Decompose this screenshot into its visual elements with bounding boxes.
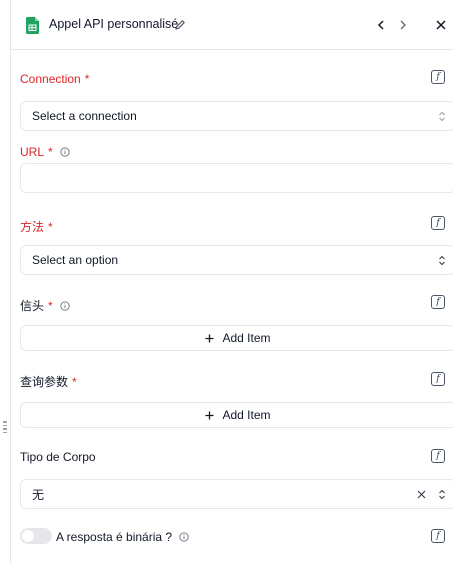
connection-select[interactable]: Select a connection bbox=[20, 101, 453, 131]
select-arrows-icon bbox=[439, 255, 445, 266]
close-panel-button[interactable] bbox=[432, 16, 450, 34]
edit-pencil-icon[interactable] bbox=[174, 19, 186, 31]
panel-resize-handle[interactable] bbox=[3, 421, 7, 433]
info-icon[interactable] bbox=[60, 147, 70, 157]
url-input[interactable] bbox=[20, 163, 453, 193]
body-type-label-text: Tipo de Corpo bbox=[20, 450, 96, 464]
url-label-text: URL bbox=[20, 145, 45, 159]
next-step-button[interactable] bbox=[394, 16, 412, 34]
connection-label-text: Connection bbox=[20, 72, 81, 86]
add-header-label: Add Item bbox=[222, 331, 271, 345]
close-icon bbox=[436, 20, 446, 30]
panel-header: Appel API personnalisé bbox=[11, 0, 453, 50]
function-icon: f bbox=[436, 218, 440, 228]
body-type-select[interactable]: 无 bbox=[20, 479, 453, 509]
required-marker: * bbox=[48, 219, 53, 234]
query-params-label-text: 查询参数 bbox=[20, 375, 69, 389]
connection-label: Connection * bbox=[20, 72, 89, 86]
chevron-right-icon bbox=[400, 20, 407, 30]
method-select-value: Select an option bbox=[32, 253, 119, 267]
info-icon[interactable] bbox=[60, 300, 70, 311]
clear-selection-icon[interactable] bbox=[417, 490, 426, 499]
function-icon: f bbox=[436, 72, 440, 82]
binary-response-toggle[interactable] bbox=[20, 528, 52, 544]
connection-formula-toggle[interactable]: f bbox=[431, 70, 445, 84]
add-header-button[interactable]: Add Item bbox=[20, 325, 453, 351]
body-type-formula-toggle[interactable]: f bbox=[431, 449, 445, 463]
step-settings-panel: Appel API personnalisé Connection * f Se… bbox=[10, 0, 453, 563]
headers-formula-toggle[interactable]: f bbox=[431, 295, 445, 309]
headers-label-text: 信头 bbox=[20, 299, 45, 313]
binary-response-label-text: A resposta é binária ? bbox=[56, 530, 173, 544]
select-arrows-icon bbox=[439, 489, 445, 500]
connection-select-value: Select a connection bbox=[32, 109, 137, 123]
plus-icon bbox=[205, 334, 214, 342]
function-icon: f bbox=[436, 451, 440, 461]
add-query-param-label: Add Item bbox=[222, 408, 271, 422]
binary-response-label: A resposta é binária ? bbox=[56, 530, 189, 544]
method-label: 方法 * bbox=[20, 218, 53, 235]
required-marker: * bbox=[84, 72, 90, 86]
body-type-select-value: 无 bbox=[32, 487, 45, 502]
method-select[interactable]: Select an option bbox=[20, 245, 453, 275]
query-params-formula-toggle[interactable]: f bbox=[431, 372, 445, 386]
method-label-text: 方法 bbox=[20, 220, 45, 234]
required-marker: * bbox=[48, 145, 53, 159]
body-type-label: Tipo de Corpo bbox=[20, 450, 96, 464]
function-icon: f bbox=[436, 297, 440, 307]
previous-step-button[interactable] bbox=[372, 16, 390, 34]
method-formula-toggle[interactable]: f bbox=[431, 216, 445, 230]
function-icon: f bbox=[436, 531, 440, 541]
url-label: URL * bbox=[20, 145, 70, 159]
info-icon[interactable] bbox=[179, 532, 189, 542]
required-marker: * bbox=[72, 374, 77, 389]
google-sheets-icon bbox=[26, 17, 39, 34]
select-arrows-icon bbox=[439, 111, 445, 122]
toggle-knob bbox=[22, 530, 34, 542]
required-marker: * bbox=[48, 298, 53, 313]
binary-response-formula-toggle[interactable]: f bbox=[431, 529, 445, 543]
query-params-label: 查询参数 * bbox=[20, 373, 77, 390]
plus-icon bbox=[205, 411, 214, 419]
step-title: Appel API personnalisé bbox=[49, 17, 179, 31]
add-query-param-button[interactable]: Add Item bbox=[20, 402, 453, 428]
headers-label: 信头 * bbox=[20, 297, 70, 314]
function-icon: f bbox=[436, 374, 440, 384]
chevron-left-icon bbox=[377, 20, 384, 30]
